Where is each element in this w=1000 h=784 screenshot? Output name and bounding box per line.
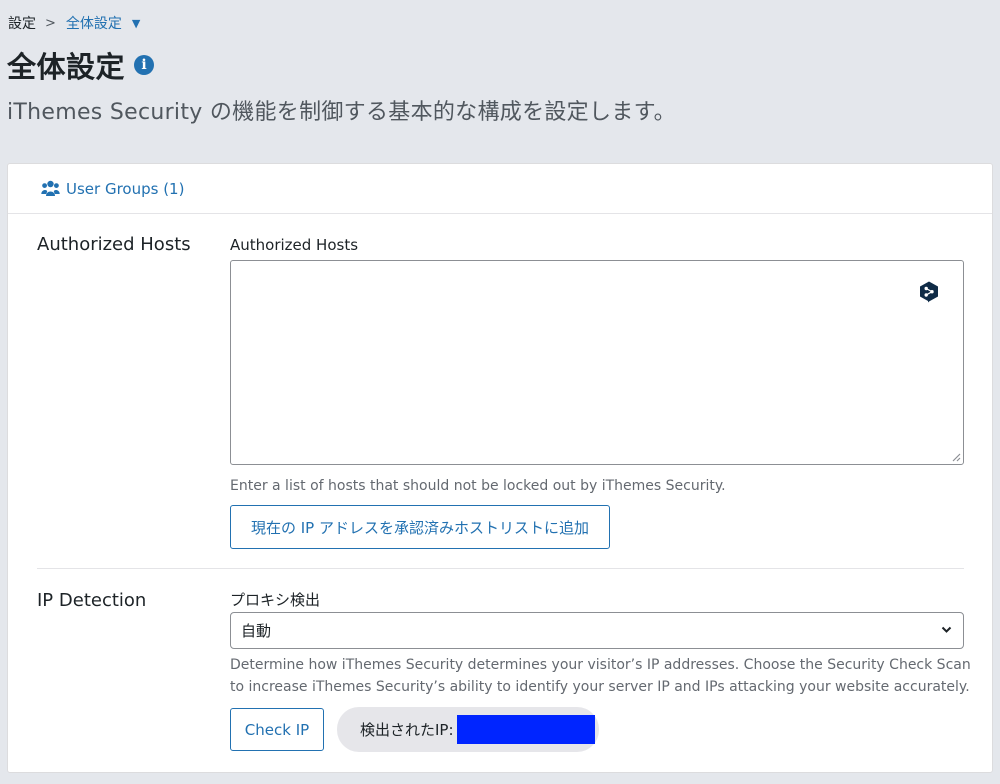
detected-ip-redaction (456, 715, 595, 744)
page-description: iThemes Security の機能を制御する基本的な構成を設定します。 (7, 100, 676, 125)
breadcrumb-separator: > (45, 15, 56, 31)
card-toolbar: User Groups (1) (8, 164, 992, 214)
proxy-detection-label: プロキシ検出 (230, 591, 321, 609)
detected-ip-label: 検出されたIP: (360, 721, 454, 739)
detected-ip-badge: 検出されたIP: (337, 707, 599, 752)
deepl-icon[interactable] (919, 281, 939, 303)
breadcrumb: 設定 > 全体設定 ▼ (8, 13, 140, 33)
check-ip-button[interactable]: Check IP (230, 708, 324, 751)
breadcrumb-dropdown-icon[interactable]: ▼ (132, 17, 140, 30)
breadcrumb-settings[interactable]: 設定 (8, 13, 36, 33)
proxy-detection-select[interactable]: 自動 (230, 612, 964, 649)
authorized-hosts-help: Enter a list of hosts that should not be… (230, 478, 726, 494)
authorized-hosts-field-label: Authorized Hosts (230, 236, 359, 254)
user-groups-label: User Groups (1) (66, 179, 185, 198)
ip-detection-help: Determine how iThemes Security determine… (230, 654, 971, 698)
page-header: 全体設定 i (7, 44, 155, 86)
breadcrumb-current[interactable]: 全体設定 (66, 13, 122, 33)
chevron-down-icon (941, 626, 952, 633)
add-current-ip-button[interactable]: 現在の IP アドレスを承認済みホストリストに追加 (230, 505, 610, 549)
page-title: 全体設定 (7, 50, 126, 84)
ip-detection-help-line: Determine how iThemes Security determine… (230, 657, 971, 673)
ip-detection-section-label: IP Detection (37, 590, 147, 611)
settings-card: User Groups (1) Authorized Hosts Authori… (7, 163, 993, 773)
ip-detection-help-line: to increase iThemes Security’s ability t… (230, 679, 970, 695)
section-divider (37, 568, 964, 569)
authorized-hosts-textarea[interactable] (230, 260, 964, 465)
resize-handle-icon[interactable] (951, 452, 961, 462)
user-groups-link[interactable]: User Groups (1) (41, 180, 184, 198)
users-icon (41, 180, 60, 196)
proxy-detection-value: 自動 (241, 622, 272, 640)
info-icon[interactable]: i (134, 55, 155, 75)
authorized-hosts-section-label: Authorized Hosts (37, 234, 191, 255)
